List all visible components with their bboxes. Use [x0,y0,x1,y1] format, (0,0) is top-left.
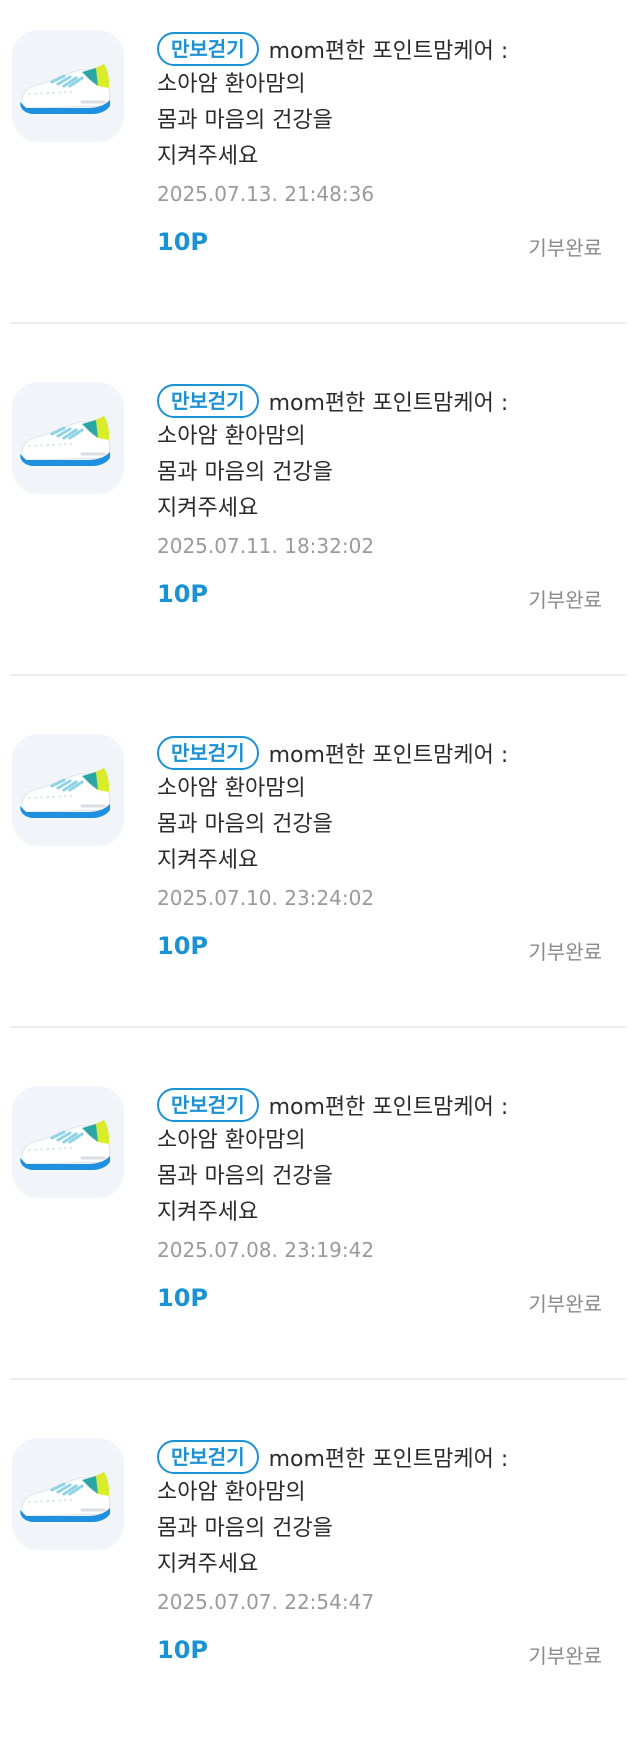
item-title: mom편한 포인트맘케어 : [268,743,509,768]
sneaker-icon [12,382,124,494]
item-content: 만보걷기 mom편한 포인트맘케어 : 소아암 환아맘의 몸과 마음의 건강을 … [157,31,537,211]
sneaker-icon [12,734,124,846]
item-content: 만보걷기 mom편한 포인트맘케어 : 소아암 환아맘의 몸과 마음의 건강을 … [157,735,537,915]
item-title: mom편한 포인트맘케어 : [268,39,509,64]
sneaker-icon [12,1086,124,1198]
item-description-line-1: 소아암 환아맘의 [157,424,306,449]
item-title-line: 만보걷기 mom편한 포인트맘케어 : [157,735,537,771]
item-timestamp: 2025.07.13. 21:48:36 [157,182,375,206]
item-description-line-1: 소아암 환아맘의 [157,1128,306,1153]
donation-history-list: 만보걷기 mom편한 포인트맘케어 : 소아암 환아맘의 몸과 마음의 건강을 … [0,0,640,1747]
item-timestamp: 2025.07.07. 22:54:47 [157,1590,375,1614]
sneaker-icon [12,1438,124,1550]
item-description-line-2: 몸과 마음의 건강을 [157,460,333,485]
item-status: 기부완료 [528,1292,602,1316]
item-description-line-2: 몸과 마음의 건강을 [157,108,333,133]
item-description-line-3: 지켜주세요 [157,496,259,521]
item-content: 만보걷기 mom편한 포인트맘케어 : 소아암 환아맘의 몸과 마음의 건강을 … [157,383,537,563]
list-item[interactable]: 만보걷기 mom편한 포인트맘케어 : 소아암 환아맘의 몸과 마음의 건강을 … [0,1056,640,1408]
item-title: mom편한 포인트맘케어 : [268,1095,509,1120]
item-description-line-3: 지켜주세요 [157,848,259,873]
item-status: 기부완료 [528,588,602,612]
item-description-line-3: 지켜주세요 [157,144,259,169]
category-badge: 만보걷기 [157,736,259,770]
item-description-line-3: 지켜주세요 [157,1552,259,1577]
item-points: 10P [157,580,208,608]
category-badge: 만보걷기 [157,32,259,66]
item-points: 10P [157,1636,208,1664]
item-points: 10P [157,932,208,960]
list-item[interactable]: 만보걷기 mom편한 포인트맘케어 : 소아암 환아맘의 몸과 마음의 건강을 … [0,1408,640,1747]
list-item[interactable]: 만보걷기 mom편한 포인트맘케어 : 소아암 환아맘의 몸과 마음의 건강을 … [0,0,640,352]
list-item[interactable]: 만보걷기 mom편한 포인트맘케어 : 소아암 환아맘의 몸과 마음의 건강을 … [0,704,640,1056]
item-title: mom편한 포인트맘케어 : [268,391,509,416]
item-description-line-2: 몸과 마음의 건강을 [157,1164,333,1189]
item-description-line-3: 지켜주세요 [157,1200,259,1225]
item-divider [10,1026,626,1028]
sneaker-icon [12,30,124,142]
item-timestamp: 2025.07.08. 23:19:42 [157,1238,375,1262]
item-description-line-1: 소아암 환아맘의 [157,72,306,97]
category-badge: 만보걷기 [157,1088,259,1122]
item-divider [10,1378,626,1380]
item-title-line: 만보걷기 mom편한 포인트맘케어 : [157,31,537,67]
item-divider [10,674,626,676]
item-description-line-2: 몸과 마음의 건강을 [157,1516,333,1541]
item-status: 기부완료 [528,940,602,964]
list-item[interactable]: 만보걷기 mom편한 포인트맘케어 : 소아암 환아맘의 몸과 마음의 건강을 … [0,352,640,704]
item-timestamp: 2025.07.11. 18:32:02 [157,534,375,558]
item-description-line-1: 소아암 환아맘의 [157,1480,306,1505]
item-points: 10P [157,228,208,256]
item-points: 10P [157,1284,208,1312]
item-title-line: 만보걷기 mom편한 포인트맘케어 : [157,1087,537,1123]
item-title-line: 만보걷기 mom편한 포인트맘케어 : [157,1439,537,1475]
item-description-line-1: 소아암 환아맘의 [157,776,306,801]
item-content: 만보걷기 mom편한 포인트맘케어 : 소아암 환아맘의 몸과 마음의 건강을 … [157,1087,537,1267]
item-timestamp: 2025.07.10. 23:24:02 [157,886,375,910]
item-content: 만보걷기 mom편한 포인트맘케어 : 소아암 환아맘의 몸과 마음의 건강을 … [157,1439,537,1619]
item-description-line-2: 몸과 마음의 건강을 [157,812,333,837]
item-divider [10,322,626,324]
item-status: 기부완료 [528,236,602,260]
category-badge: 만보걷기 [157,1440,259,1474]
category-badge: 만보걷기 [157,384,259,418]
item-title: mom편한 포인트맘케어 : [268,1447,509,1472]
item-status: 기부완료 [528,1644,602,1668]
item-title-line: 만보걷기 mom편한 포인트맘케어 : [157,383,537,419]
